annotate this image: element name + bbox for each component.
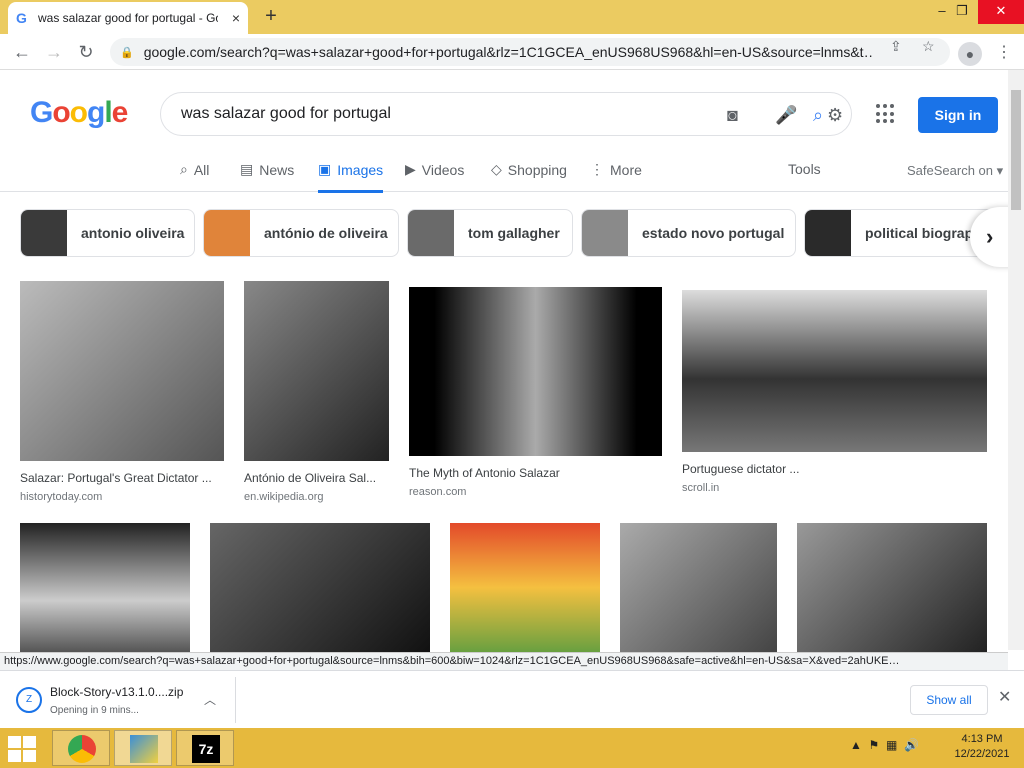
microphone-icon[interactable]: 🎤 (775, 105, 797, 126)
chip-thumbnail (204, 210, 250, 256)
settings-gear-icon[interactable]: ⚙ (827, 105, 843, 126)
related-chip[interactable]: antónio de oliveira (203, 209, 399, 257)
image-result[interactable]: The Myth of Antonio Salazar reason.com (409, 287, 662, 498)
download-status: Opening in 9 mins... (50, 705, 139, 716)
bookmark-star-icon[interactable]: ☆ (922, 38, 935, 55)
show-all-button[interactable]: Show all (910, 685, 988, 715)
video-icon: ▶ (405, 161, 416, 177)
reload-icon[interactable]: ↻ (74, 40, 98, 64)
block-story-taskbar-button[interactable] (114, 730, 172, 766)
tag-icon: ◇ (491, 161, 502, 177)
tab-news[interactable]: ▤ News (240, 161, 294, 178)
result-image[interactable] (797, 523, 987, 652)
download-filename: Block-Story-v13.1.0....zip (50, 685, 184, 699)
image-result[interactable]: António de Oliveira Sal... en.wikipedia.… (244, 281, 389, 503)
related-chip[interactable]: estado novo portugal (581, 209, 796, 257)
profile-avatar-icon[interactable]: ● (958, 42, 982, 66)
image-result[interactable] (450, 523, 600, 652)
close-icon[interactable]: ✕ (998, 687, 1011, 707)
windows-start-icon[interactable] (6, 734, 38, 762)
back-icon[interactable]: ← (10, 40, 34, 64)
system-tray[interactable]: ▲ ⚑ ▦ 🔊 (850, 738, 919, 752)
browser-menu-icon[interactable]: ⋮ (996, 42, 1012, 62)
more-vert-icon: ⋮ (590, 161, 604, 177)
result-image[interactable] (450, 523, 600, 652)
search-icon: ⌕ (180, 161, 188, 177)
result-image[interactable] (620, 523, 777, 652)
related-chip[interactable]: antonio oliveira (20, 209, 195, 257)
image-result[interactable] (797, 523, 987, 652)
status-url-bar: https://www.google.com/search?q=was+sala… (0, 652, 1008, 670)
lock-icon: 🔒 (120, 46, 134, 59)
safesearch-toggle[interactable]: SafeSearch on ▾ (907, 163, 1003, 179)
google-apps-icon[interactable] (876, 104, 896, 124)
news-icon: ▤ (240, 161, 254, 177)
image-result[interactable]: Portuguese dictator ... scroll.in (682, 290, 987, 494)
7zip-icon: 7z (192, 735, 220, 763)
restore-button[interactable]: ❐ (944, 0, 980, 24)
camera-icon[interactable]: ◙ (727, 105, 738, 126)
url-text: google.com/search?q=was+salazar+good+for… (143, 44, 874, 60)
chevron-up-icon[interactable]: ︿ (204, 691, 216, 708)
windows-taskbar: 7z ▲ ⚑ ▦ 🔊 4:13 PM 12/22/2021 (0, 728, 1024, 768)
chip-thumbnail (408, 210, 454, 256)
result-image[interactable] (409, 287, 662, 456)
chrome-taskbar-button[interactable] (52, 730, 110, 766)
chip-thumbnail (805, 210, 851, 256)
browser-tab[interactable]: G was salazar good for portugal - Google… (8, 2, 248, 34)
google-logo[interactable]: Google (30, 96, 128, 130)
search-query: was salazar good for portugal (181, 105, 391, 122)
images-icon: ▣ (318, 161, 332, 177)
window-close-button[interactable]: ✕ (978, 0, 1024, 24)
related-chip[interactable]: tom gallagher (407, 209, 573, 257)
downloads-bar: Z Block-Story-v13.1.0....zip Opening in … (0, 670, 1024, 728)
browser-title-bar: G was salazar good for portugal - Google… (0, 0, 1024, 34)
chip-thumbnail (582, 210, 628, 256)
sign-in-button[interactable]: Sign in (918, 97, 998, 133)
taskbar-clock[interactable]: 4:13 PM 12/22/2021 (952, 732, 1012, 762)
7zip-taskbar-button[interactable]: 7z (176, 730, 234, 766)
forward-icon[interactable]: → (42, 40, 66, 64)
result-image[interactable] (244, 281, 389, 461)
image-result[interactable] (620, 523, 777, 652)
zip-file-icon: Z (16, 687, 42, 713)
tab-close-icon[interactable]: × (232, 10, 240, 26)
new-tab-button[interactable]: + (260, 5, 282, 28)
tab-shopping[interactable]: ◇ Shopping (491, 161, 567, 178)
tab-more[interactable]: ⋮ More (590, 161, 642, 178)
google-favicon-icon: G (16, 10, 27, 26)
search-input[interactable]: was salazar good for portugal ◙ 🎤 ⌕ ⚙ (160, 92, 852, 136)
result-image[interactable] (682, 290, 987, 452)
vertical-scrollbar[interactable] (1008, 70, 1024, 650)
result-image[interactable] (20, 281, 224, 461)
image-result[interactable]: Salazar: Portugal's Great Dictator ... h… (20, 281, 224, 503)
image-result[interactable] (210, 523, 430, 652)
share-icon[interactable]: ⇪ (890, 38, 902, 55)
result-image[interactable] (20, 523, 190, 652)
search-tabs: ⌕ All ▤ News ▣ Images ▶ Videos ◇ Shopping ⋮ Mo… (0, 152, 1010, 193)
chip-thumbnail (21, 210, 67, 256)
scrollbar-thumb[interactable] (1011, 90, 1021, 210)
result-image[interactable] (210, 523, 430, 652)
block-story-icon (130, 735, 158, 763)
tools-button[interactable]: Tools (788, 161, 821, 177)
tab-title: was salazar good for portugal - Google S… (38, 11, 218, 25)
chrome-icon (68, 735, 96, 763)
tab-videos[interactable]: ▶ Videos (405, 161, 464, 178)
tab-all[interactable]: ⌕ All (180, 161, 209, 178)
tab-images[interactable]: ▣ Images (318, 161, 384, 193)
address-bar[interactable]: 🔒 google.com/search?q=was+salazar+good+f… (110, 38, 950, 66)
browser-toolbar: ← → ↻ 🔒 google.com/search?q=was+salazar+… (0, 34, 1024, 70)
search-icon[interactable]: ⌕ (813, 105, 823, 126)
download-item[interactable]: Z Block-Story-v13.1.0....zip Opening in … (8, 677, 236, 723)
image-result[interactable] (20, 523, 190, 652)
